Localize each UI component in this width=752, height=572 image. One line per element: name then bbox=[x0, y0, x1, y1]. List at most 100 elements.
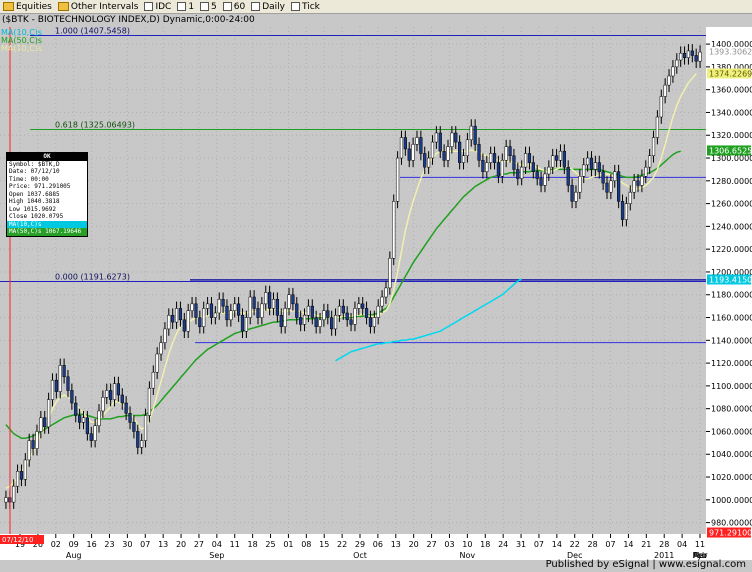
x-tick-label: 28 bbox=[659, 540, 669, 549]
candle-body bbox=[663, 84, 667, 97]
x-tick-label: 11 bbox=[230, 540, 240, 549]
candle-body bbox=[624, 203, 628, 220]
price-label: 1193.4150 bbox=[709, 275, 752, 284]
candle-body bbox=[368, 317, 373, 327]
candle-body bbox=[81, 417, 86, 423]
candle-body bbox=[236, 303, 241, 316]
candle-body bbox=[648, 155, 652, 168]
fib-label: 1.000 (1407.5458) bbox=[55, 27, 130, 35]
toolbar-item-label: 1 bbox=[188, 1, 195, 12]
x-tick-label: 30 bbox=[122, 540, 132, 549]
data-window-row: Close 1020.0795 bbox=[9, 213, 64, 220]
checkbox-icon bbox=[251, 2, 261, 11]
candle-body bbox=[143, 415, 148, 441]
candle-body bbox=[504, 146, 508, 161]
candle-body bbox=[384, 287, 388, 298]
candle-body bbox=[287, 294, 291, 309]
candle-body bbox=[15, 471, 20, 487]
y-tick-label: 1080.000000 bbox=[711, 405, 752, 414]
candle-body bbox=[613, 171, 617, 182]
candle-body bbox=[147, 387, 152, 416]
candle-body bbox=[326, 310, 330, 318]
candle-body bbox=[43, 417, 47, 428]
candle-body bbox=[85, 417, 89, 434]
candle-body bbox=[167, 314, 171, 330]
candle-body bbox=[322, 310, 326, 321]
checkbox-icon bbox=[177, 2, 187, 11]
candle-body bbox=[349, 319, 353, 325]
price-label: 971.291005 bbox=[709, 529, 752, 538]
toolbar: Equities Other Intervals IDC 1 5 60 Daily Tick bbox=[0, 0, 752, 14]
candle-body bbox=[233, 303, 237, 311]
candle-body bbox=[132, 422, 136, 432]
x-tick-label: 27 bbox=[194, 540, 204, 549]
candle-body bbox=[531, 162, 535, 172]
candle-body bbox=[644, 166, 648, 177]
candle-body bbox=[39, 417, 43, 432]
candle-body bbox=[628, 191, 632, 204]
toolbar-item-60[interactable]: 60 bbox=[222, 2, 245, 12]
candle-body bbox=[655, 116, 660, 138]
candle-body bbox=[12, 485, 16, 503]
x-tick-label: 04 bbox=[677, 540, 687, 549]
candle-body bbox=[593, 162, 597, 170]
candle-body bbox=[299, 317, 303, 325]
candle-body bbox=[461, 155, 466, 163]
toolbar-item-equities[interactable]: Equities bbox=[3, 2, 52, 12]
x-tick-label: 27 bbox=[426, 540, 436, 549]
toolbar-item-other-intervals[interactable]: Other Intervals bbox=[57, 1, 139, 12]
toolbar-item-idc[interactable]: IDC bbox=[144, 2, 171, 12]
data-window-row: Symbol: $BTK,D bbox=[9, 160, 60, 168]
candle-body bbox=[93, 425, 97, 441]
checkbox-icon bbox=[200, 2, 210, 11]
y-tick-label: 1140.000000 bbox=[711, 336, 752, 345]
data-window[interactable]: OK Symbol: $BTK,D Date: 07/12/10 Time: 00:… bbox=[6, 152, 88, 237]
candle-body bbox=[686, 50, 691, 59]
candle-body bbox=[264, 292, 268, 305]
candle-body bbox=[469, 125, 473, 141]
x-tick-label: 03 bbox=[444, 540, 454, 549]
candle-body bbox=[438, 132, 442, 152]
toolbar-item-label: 5 bbox=[211, 1, 217, 12]
toolbar-item-5[interactable]: 5 bbox=[200, 2, 217, 12]
candle-body bbox=[58, 365, 62, 392]
fib-label: 0.000 (1191.6273) bbox=[55, 272, 130, 281]
candle-body bbox=[512, 155, 516, 170]
candle-body bbox=[178, 308, 183, 321]
candle-body bbox=[364, 308, 369, 318]
candle-body bbox=[601, 171, 605, 184]
x-tick-label: 28 bbox=[588, 540, 598, 549]
candle-body bbox=[477, 144, 481, 161]
candle-body bbox=[380, 296, 384, 307]
toolbar-item-1[interactable]: 1 bbox=[177, 2, 194, 12]
x-tick-label: 10 bbox=[462, 540, 472, 549]
candle-body bbox=[27, 440, 31, 461]
price-label: 1393.3062 bbox=[709, 48, 752, 57]
candle-body bbox=[105, 390, 109, 398]
price-label: 1306.6525 bbox=[709, 146, 752, 155]
data-window-title: OK bbox=[7, 153, 87, 161]
x-tick-label: 07 bbox=[605, 540, 615, 549]
price-chart[interactable]: 1.000 (1407.5458) 0.618 (1325.06493) 0.000… bbox=[0, 27, 752, 560]
candle-body bbox=[419, 137, 423, 154]
candle-body bbox=[302, 314, 307, 325]
candle-body bbox=[458, 141, 462, 163]
toolbar-item-label: Other Intervals bbox=[70, 1, 139, 12]
candle-body bbox=[450, 132, 454, 147]
data-window-row: Date: 07/12/10 bbox=[9, 168, 60, 175]
candle-body bbox=[271, 299, 276, 309]
candle-body bbox=[427, 157, 431, 168]
candle-body bbox=[330, 317, 334, 330]
y-tick-label: 1360.000000 bbox=[711, 86, 752, 95]
candle-body bbox=[112, 383, 117, 400]
toolbar-item-daily[interactable]: Daily bbox=[251, 2, 285, 12]
data-window-row: Low 1015.9692 bbox=[9, 205, 56, 213]
candle-body bbox=[527, 153, 532, 163]
folder-icon bbox=[57, 2, 69, 11]
candle-body bbox=[171, 314, 175, 323]
toolbar-item-tick[interactable]: Tick bbox=[291, 2, 320, 12]
candle-body bbox=[283, 308, 287, 327]
x-tick-label: 09 bbox=[69, 540, 79, 549]
y-tick-label: 1260.000000 bbox=[711, 200, 752, 209]
candle-body bbox=[620, 201, 625, 220]
